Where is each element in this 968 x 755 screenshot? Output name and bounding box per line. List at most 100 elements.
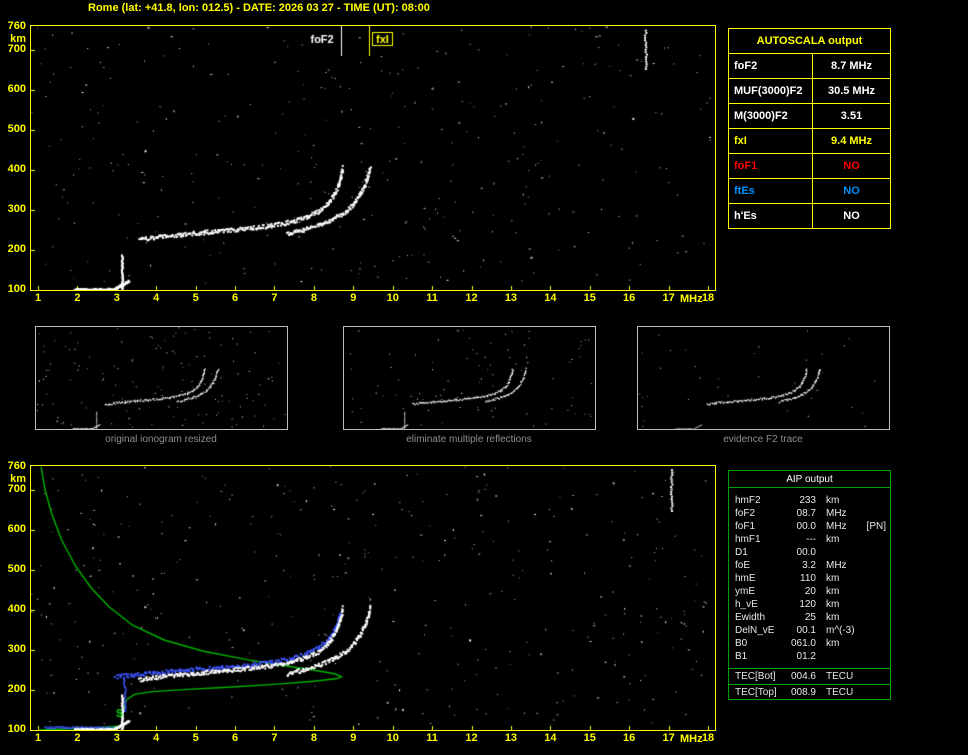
autoscala-param-label: M(3000)F2 bbox=[728, 103, 813, 129]
aip-param-unit: km bbox=[826, 573, 840, 584]
thumbnail-caption-f2: evidence F2 trace bbox=[723, 434, 803, 445]
profile-x-tick-label: 5 bbox=[192, 732, 199, 744]
thumbnail-eliminate-reflections bbox=[343, 326, 596, 430]
aip-param-value: 110 bbox=[800, 573, 816, 584]
aip-row-4: D1 00.0 bbox=[729, 546, 890, 559]
main-y-tick-label: 200 bbox=[7, 243, 26, 255]
aip-panel-header: AIP output bbox=[729, 471, 890, 488]
aip-parameter-list: hmF2 233 km foF2 08.7 MHz foF1 00.0 MHz [PN] hmF1 -… bbox=[729, 488, 890, 667]
aip-param-unit: km bbox=[826, 612, 840, 623]
thumbnail-caption-original: original ionogram resized bbox=[105, 434, 217, 445]
autoscala-param-label: MUF(3000)F2 bbox=[728, 78, 813, 104]
aip-output-panel: AIP output hmF2 233 km foF2 08.7 MHz foF1 00.0 M… bbox=[728, 470, 891, 700]
aip-param-value: 120 bbox=[799, 599, 816, 610]
aip-param-label: Ewidth bbox=[735, 612, 766, 623]
aip-param-unit bbox=[816, 546, 826, 559]
aip-row-3: hmF1 --- km bbox=[729, 533, 890, 546]
aip-param-label: B1 bbox=[735, 651, 748, 662]
aip-row-tec-0: TEC[Bot] 004.6 TECU bbox=[729, 670, 890, 683]
autoscala-row-4: foF1 NO bbox=[728, 153, 891, 179]
aip-param-value: 061.0 bbox=[790, 638, 816, 649]
autoscala-table-body: foF2 8.7 MHz MUF(3000)F2 30.5 MHz M(3000)F2 3… bbox=[728, 53, 891, 229]
main-x-unit-label: MHz bbox=[680, 293, 703, 305]
aip-param-value: 3.2 bbox=[802, 560, 816, 571]
aip-param-unit: MHz bbox=[826, 521, 847, 532]
autoscala-app-window: Rome (lat: +41.8, lon: 012.5) - DATE: 20… bbox=[0, 0, 968, 755]
aip-param-label: D1 bbox=[735, 547, 748, 558]
aip-param-label: hmF2 bbox=[735, 495, 761, 506]
profile-x-tick-label: 16 bbox=[623, 732, 636, 744]
main-y-tick-label: 400 bbox=[7, 163, 26, 175]
aip-row-2: foF1 00.0 MHz [PN] bbox=[729, 520, 890, 533]
aip-param-unit: TECU bbox=[826, 671, 854, 682]
aip-param-label: TEC[Top] bbox=[735, 687, 777, 698]
aip-param-label: foF1 bbox=[735, 521, 756, 532]
profile-x-unit-label: MHz bbox=[680, 733, 703, 745]
main-y-tick-label: 500 bbox=[7, 123, 26, 135]
autoscala-row-1: MUF(3000)F2 30.5 MHz bbox=[728, 78, 891, 104]
ionogram-canvas-main bbox=[31, 26, 715, 290]
aip-param-value: 233 bbox=[799, 495, 816, 506]
aip-param-value: --- bbox=[806, 534, 816, 545]
ionogram-canvas-profile bbox=[31, 466, 715, 730]
aip-param-unit: MHz bbox=[826, 508, 847, 519]
main-x-tick-label: 10 bbox=[386, 292, 399, 304]
aip-tec-separator bbox=[729, 684, 890, 685]
aip-param-label: hmF1 bbox=[735, 534, 761, 545]
aip-row-6: hmE 110 km bbox=[729, 572, 890, 585]
ionogram-plot-profile bbox=[30, 465, 716, 731]
profile-x-tick-label: 1 bbox=[34, 732, 42, 744]
aip-param-unit bbox=[816, 650, 826, 663]
aip-row-0: hmF2 233 km bbox=[729, 494, 890, 507]
aip-row-7: ymE 20 km bbox=[729, 585, 890, 598]
aip-row-8: h_vE 120 km bbox=[729, 598, 890, 611]
aip-param-label: TEC[Bot] bbox=[735, 671, 776, 682]
aip-param-unit: TECU bbox=[826, 687, 854, 698]
profile-x-tick-label: 12 bbox=[465, 732, 478, 744]
profile-x-tick-label: 9 bbox=[350, 732, 357, 744]
profile-x-tick-label: 13 bbox=[504, 732, 518, 744]
profile-y-tick-label: 100 bbox=[7, 723, 26, 735]
main-x-tick-label: 6 bbox=[231, 292, 239, 304]
main-x-tick-label: 18 bbox=[701, 292, 715, 304]
aip-param-value: 00.0 bbox=[796, 521, 816, 532]
aip-param-label: hmE bbox=[735, 573, 756, 584]
aip-param-unit: m^(-3) bbox=[826, 625, 855, 636]
profile-y-tick-label: 300 bbox=[7, 643, 26, 655]
main-x-tick-label: 8 bbox=[310, 292, 317, 304]
main-x-tick-label: 17 bbox=[662, 292, 675, 304]
thumbnail-canvas-reflections bbox=[344, 327, 595, 429]
aip-param-value: 20 bbox=[804, 586, 816, 597]
thumbnail-caption-reflections: eliminate multiple reflections bbox=[406, 434, 532, 445]
ionogram-plot-main bbox=[30, 25, 716, 291]
autoscala-table-header: AUTOSCALA output bbox=[728, 28, 891, 54]
thumbnail-original-ionogram bbox=[35, 326, 288, 430]
profile-x-tick-label: 18 bbox=[701, 732, 715, 744]
aip-tec-list: TEC[Bot] 004.6 TECU TEC[Top] 008.9 TECU bbox=[729, 670, 890, 699]
main-y-tick-label: 300 bbox=[7, 203, 26, 215]
autoscala-param-value: 30.5 MHz bbox=[812, 78, 891, 104]
main-x-tick-label: 11 bbox=[426, 292, 438, 304]
aip-param-label: B0 bbox=[735, 638, 748, 649]
profile-x-tick-label: 14 bbox=[544, 732, 557, 744]
aip-param-unit: km bbox=[826, 495, 840, 506]
profile-x-tick-label: 15 bbox=[583, 732, 596, 744]
autoscala-row-6: h'Es NO bbox=[728, 203, 891, 229]
profile-y-tick-label: 700 bbox=[7, 483, 26, 495]
aip-row-11: B0 061.0 km bbox=[729, 637, 890, 650]
main-x-tick-label: 12 bbox=[465, 292, 478, 304]
main-x-tick-label: 5 bbox=[192, 292, 199, 304]
aip-param-unit: MHz bbox=[826, 560, 847, 571]
aip-param-label: h_vE bbox=[735, 599, 758, 610]
main-x-tick-label: 13 bbox=[504, 292, 518, 304]
aip-param-value: 01.2 bbox=[796, 651, 816, 662]
main-x-tick-label: 16 bbox=[623, 292, 636, 304]
autoscala-param-label: foF2 bbox=[728, 53, 813, 79]
main-x-tick-label: 7 bbox=[271, 292, 278, 304]
aip-param-unit: km bbox=[826, 599, 840, 610]
main-y-tick-label: 600 bbox=[7, 83, 26, 95]
aip-param-unit: km bbox=[826, 534, 840, 545]
main-y-tick-label: 100 bbox=[7, 283, 26, 295]
autoscala-row-0: foF2 8.7 MHz bbox=[728, 53, 891, 79]
aip-row-5: foE 3.2 MHz bbox=[729, 559, 890, 572]
